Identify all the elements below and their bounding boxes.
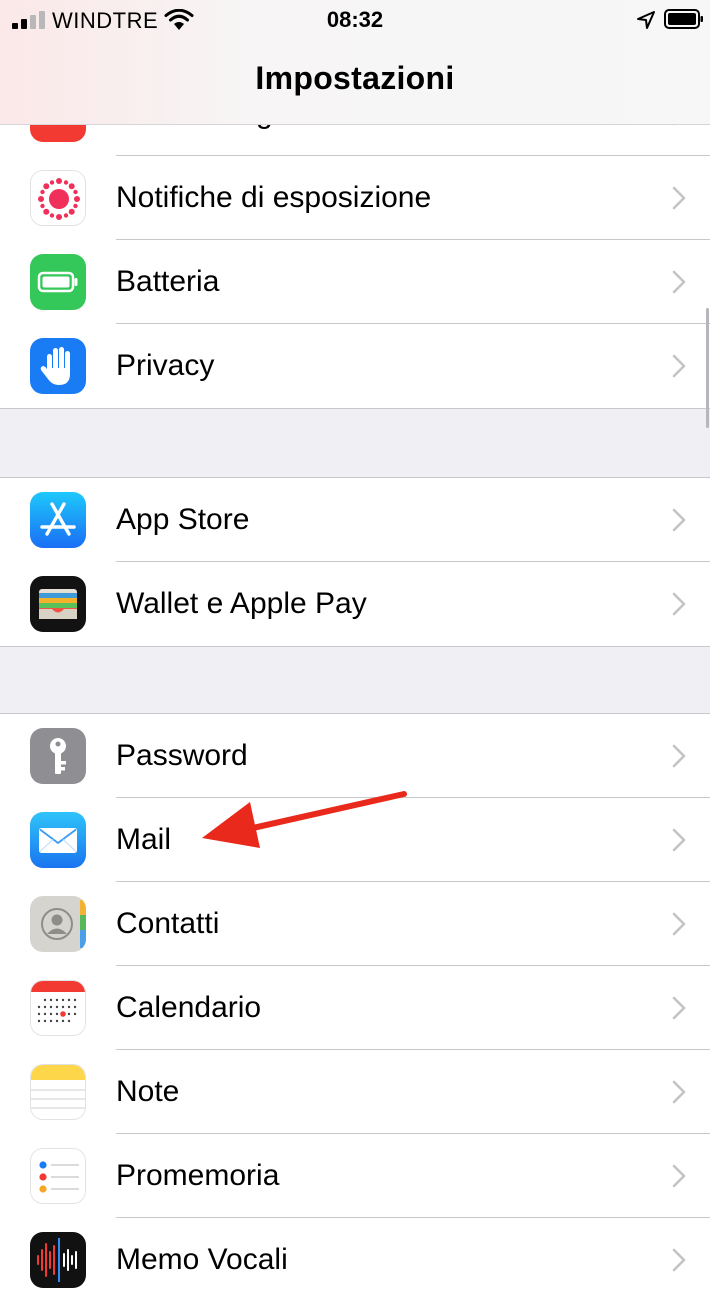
reminders-icon [30,1148,86,1204]
chevron-right-icon [672,1164,686,1188]
contacts-icon [30,896,86,952]
settings-row-label: Privacy [116,349,215,382]
settings-list[interactable]: SOS emergenze [0,0,710,1314]
settings-group-2: App Store Wallet e Apple Pay [0,477,710,647]
settings-row-calendar[interactable]: Calendario [0,966,710,1050]
settings-row-battery[interactable]: Batteria [0,240,710,324]
settings-row-notes[interactable]: Note [0,1050,710,1134]
mail-icon [30,812,86,868]
location-arrow-icon [637,11,655,29]
settings-row-label: Note [116,1075,180,1108]
chevron-right-icon [672,354,686,378]
status-bar: WINDTRE 08:32 [0,0,710,40]
chevron-right-icon [672,508,686,532]
battery-icon [664,9,703,29]
calendar-icon [30,980,86,1036]
notes-icon [30,1064,86,1120]
settings-row-label: Batteria [116,265,220,298]
settings-row-app-store[interactable]: App Store [0,478,710,562]
settings-row-label: Calendario [116,991,262,1024]
settings-row-contacts[interactable]: Contatti [0,882,710,966]
settings-row-label: App Store [116,503,250,536]
chevron-right-icon [672,186,686,210]
settings-row-label: Memo Vocali [116,1243,288,1276]
chevron-right-icon [672,828,686,852]
status-time: 08:32 [326,7,384,32]
settings-row-exposure-notifications[interactable]: Notifiche di esposizione [0,156,710,240]
battery-settings-icon [30,254,86,310]
settings-row-label: Notifiche di esposizione [116,181,432,214]
settings-row-label: Mail [116,823,172,856]
key-icon [30,728,86,784]
chevron-right-icon [672,1248,686,1272]
settings-row-label: Contatti [116,907,220,940]
red-arrow-icon [202,791,407,848]
navigation-header: WINDTRE 08:32 Impostazioni [0,0,710,125]
privacy-hand-icon [30,338,86,394]
exposure-notification-icon [30,170,86,226]
page-title: Impostazioni [255,60,455,96]
chevron-right-icon [672,592,686,616]
app-store-icon [30,492,86,548]
settings-row-voice-memos[interactable]: Memo Vocali [0,1218,710,1302]
settings-row-reminders[interactable]: Promemoria [0,1134,710,1218]
settings-row-label: Wallet e Apple Pay [116,587,367,620]
scroll-indicator[interactable] [706,308,709,428]
settings-row-wallet[interactable]: Wallet e Apple Pay [0,562,710,646]
chevron-right-icon [672,1080,686,1104]
chevron-right-icon [672,996,686,1020]
settings-row-label: Promemoria [116,1159,280,1192]
chevron-right-icon [672,744,686,768]
settings-row-privacy[interactable]: Privacy [0,324,710,408]
chevron-right-icon [672,270,686,294]
chevron-right-icon [672,912,686,936]
wallet-icon [30,576,86,632]
